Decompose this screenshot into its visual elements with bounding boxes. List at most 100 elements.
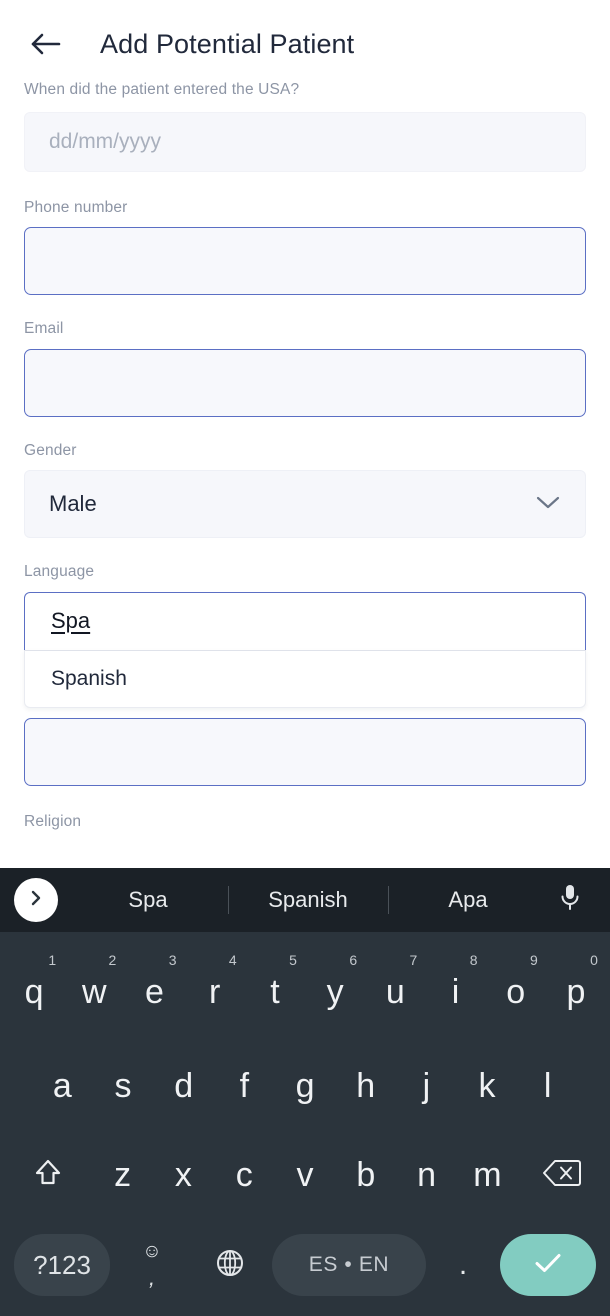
key-c[interactable]: c xyxy=(214,1128,275,1222)
suggestion-item-0[interactable]: Spa xyxy=(68,868,228,932)
key-y[interactable]: 6 y xyxy=(305,940,365,1034)
key-e-number: 3 xyxy=(168,952,177,968)
field-label-gender: Gender xyxy=(24,441,77,459)
key-n-char: n xyxy=(417,1156,437,1194)
key-q[interactable]: 1 q xyxy=(4,940,64,1034)
language-input[interactable]: Spa xyxy=(24,591,586,650)
language-suggestion-list: Spanish xyxy=(24,649,586,708)
checkmark-icon xyxy=(531,1249,565,1282)
key-p-char: p xyxy=(566,973,586,1011)
extra-input[interactable] xyxy=(24,717,586,786)
key-k-char: k xyxy=(478,1067,496,1105)
key-t-number: 5 xyxy=(289,952,297,968)
key-g[interactable]: g xyxy=(275,1034,336,1128)
key-b[interactable]: b xyxy=(335,1128,396,1222)
back-button[interactable] xyxy=(22,21,68,67)
key-q-number: 1 xyxy=(48,952,57,968)
key-m[interactable]: m xyxy=(457,1128,518,1222)
key-i[interactable]: 8 i xyxy=(425,940,485,1034)
key-j[interactable]: j xyxy=(396,1034,457,1128)
backspace-key[interactable] xyxy=(518,1128,606,1222)
key-j-char: j xyxy=(422,1067,431,1105)
key-w-char: w xyxy=(82,973,107,1011)
suggestion-items: Spa Spanish Apa xyxy=(68,868,548,932)
key-r[interactable]: 4 r xyxy=(185,940,245,1034)
gender-select[interactable]: Male xyxy=(24,470,586,538)
key-m-char: m xyxy=(473,1156,502,1194)
keyboard-keys: 1 q 2 w 3 e 4 r 5 t 6 y 7 u 8 i 9 o 0 p … xyxy=(0,932,610,1314)
key-u-char: u xyxy=(385,973,405,1011)
form-scroll-area[interactable]: Add Potential Patient When did the patie… xyxy=(0,0,610,868)
enter-key[interactable] xyxy=(500,1234,596,1296)
app-header: Add Potential Patient xyxy=(0,0,610,88)
key-d[interactable]: d xyxy=(153,1034,214,1128)
shift-key[interactable] xyxy=(4,1128,92,1222)
date-input[interactable]: dd/mm/yyyy xyxy=(24,111,586,172)
field-label-phone-number: Phone number xyxy=(24,198,128,216)
field-label-email: Email xyxy=(24,320,64,337)
key-k[interactable]: k xyxy=(457,1034,518,1128)
gender-selected-value: Male xyxy=(49,491,97,516)
key-p-number: 0 xyxy=(590,952,598,968)
chevron-right-icon xyxy=(27,888,45,913)
key-a-char: a xyxy=(52,1067,72,1105)
key-u[interactable]: 7 u xyxy=(365,940,425,1034)
phone-number-input[interactable] xyxy=(24,227,586,295)
on-screen-keyboard: Spa Spanish Apa 1 q 2 w 3 e 4 r 5 t 6 y … xyxy=(0,868,610,1316)
field-email: Email xyxy=(24,321,586,417)
field-phone-number: Phone number xyxy=(24,198,586,295)
key-r-char: r xyxy=(209,973,221,1011)
suggestion-item-1[interactable]: Spanish xyxy=(228,868,388,932)
key-c-char: c xyxy=(235,1156,253,1194)
language-suggestion-option[interactable]: Spanish xyxy=(25,651,585,707)
key-f-char: f xyxy=(239,1067,250,1105)
keyboard-row-2: a s d f g h j k l xyxy=(4,1034,606,1128)
key-s[interactable]: s xyxy=(93,1034,154,1128)
key-o[interactable]: 9 o xyxy=(486,940,546,1034)
phone-screen: Add Potential Patient When did the patie… xyxy=(0,0,610,1316)
key-x[interactable]: x xyxy=(153,1128,214,1222)
key-x-char: x xyxy=(174,1156,192,1194)
symbols-key[interactable]: ?123 xyxy=(14,1234,110,1296)
field-gender: Gender Male xyxy=(24,441,586,538)
suggestion-expand-button[interactable] xyxy=(14,878,58,922)
suggestion-item-2[interactable]: Apa xyxy=(388,868,548,932)
field-label-religion: Religion xyxy=(24,812,82,830)
keyboard-suggestion-bar: Spa Spanish Apa xyxy=(0,868,610,932)
key-w[interactable]: 2 w xyxy=(64,940,124,1034)
key-a[interactable]: a xyxy=(32,1034,93,1128)
key-f[interactable]: f xyxy=(214,1034,275,1128)
key-z[interactable]: z xyxy=(92,1128,153,1222)
key-l-char: l xyxy=(543,1067,552,1105)
key-y-number: 6 xyxy=(349,952,358,968)
smiley-face-icon: ☺ xyxy=(142,1240,162,1262)
key-o-number: 9 xyxy=(529,952,538,968)
language-switch-key[interactable] xyxy=(194,1234,266,1296)
key-l[interactable]: l xyxy=(517,1034,578,1128)
key-h-char: h xyxy=(356,1067,376,1105)
field-label-entry-date: When did the patient entered the USA? xyxy=(24,81,300,98)
period-key[interactable]: . xyxy=(432,1234,494,1296)
microphone-button[interactable] xyxy=(548,878,592,922)
key-i-char: i xyxy=(451,973,460,1011)
field-religion: Religion xyxy=(24,812,586,830)
key-t[interactable]: 5 t xyxy=(245,940,305,1034)
key-t-char: t xyxy=(270,973,280,1011)
key-n[interactable]: n xyxy=(396,1128,457,1222)
keyboard-row-1: 1 q 2 w 3 e 4 r 5 t 6 y 7 u 8 i 9 o 0 p xyxy=(4,940,606,1034)
email-input[interactable] xyxy=(24,348,586,417)
key-v[interactable]: v xyxy=(275,1128,336,1222)
key-h[interactable]: h xyxy=(335,1034,396,1128)
comma-key[interactable]: ☺ , xyxy=(116,1234,188,1296)
date-input-placeholder: dd/mm/yyyy xyxy=(49,129,162,153)
key-e[interactable]: 3 e xyxy=(124,940,184,1034)
key-u-number: 7 xyxy=(409,952,418,968)
language-composing-text: Spa xyxy=(51,608,91,633)
space-key[interactable]: ES • EN xyxy=(272,1234,426,1296)
key-p[interactable]: 0 p xyxy=(546,940,606,1034)
key-s-char: s xyxy=(114,1067,132,1105)
key-w-number: 2 xyxy=(108,952,117,968)
keyboard-row-3: z x c v b n m xyxy=(4,1128,606,1222)
key-q-char: q xyxy=(24,973,44,1011)
key-o-char: o xyxy=(506,973,526,1011)
